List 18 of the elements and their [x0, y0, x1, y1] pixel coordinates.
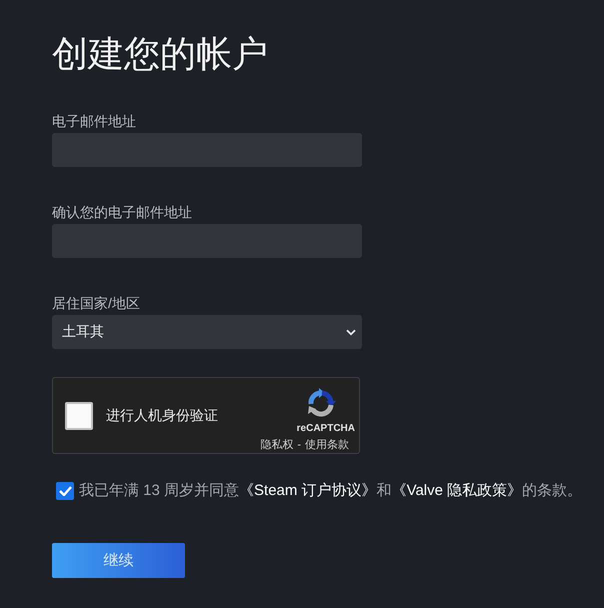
field-label: 居住国家/地区	[52, 294, 140, 312]
field-label: 电子邮件地址	[52, 112, 136, 130]
page-title: 创建您的帐户	[52, 32, 268, 76]
country-select[interactable]: 土耳其	[52, 315, 362, 349]
check-icon	[58, 486, 72, 496]
captcha-prompt: 进行人机身份验证	[106, 406, 219, 424]
agreement-text: 我已年满 13 周岁并同意《Steam 订户协议》和《Valve 隐私政策》的条款。	[79, 481, 582, 501]
agree-checkbox[interactable]	[56, 482, 74, 500]
terms-link[interactable]: 《Valve 隐私政策》	[392, 482, 522, 499]
terms-link[interactable]: 《Steam 订户协议》	[239, 482, 377, 499]
circular-arrows-icon	[305, 387, 337, 419]
captcha-link[interactable]: 隐私权	[260, 438, 294, 452]
field-label: 确认您的电子邮件地址	[52, 203, 192, 221]
link-separator: -	[297, 438, 301, 452]
captcha-checkbox[interactable]	[65, 402, 93, 430]
recaptcha-label: reCAPTCHA	[296, 423, 355, 435]
chevron-down-icon	[346, 328, 356, 336]
captcha-link[interactable]: 使用条款	[305, 438, 349, 452]
